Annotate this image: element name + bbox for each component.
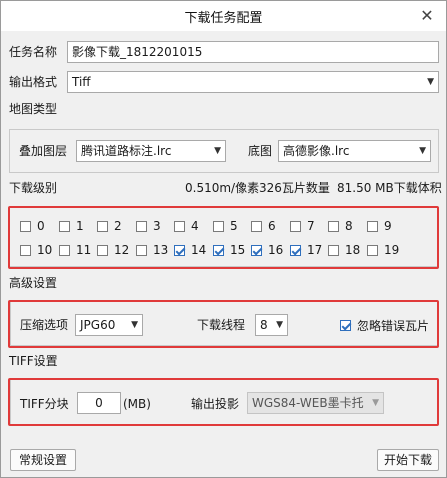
close-icon[interactable]: ✕ (418, 7, 436, 25)
output-format-value: Tiff (72, 75, 91, 89)
download-task-dialog: 下载任务配置 ✕ 任务名称 影像下载_1812201015 输出格式 Tiff … (0, 0, 447, 478)
chevron-down-icon: ▼ (214, 146, 221, 156)
advanced-section-title: 高级设置 (9, 276, 58, 290)
overlay-layer-select[interactable]: 腾讯道路标注.lrc ▼ (76, 140, 226, 162)
highlight-box-advanced (8, 300, 439, 348)
map-type-section-title: 地图类型 (9, 102, 58, 116)
highlight-box-levels (8, 206, 439, 269)
overlay-layer-label: 叠加图层 (19, 144, 68, 158)
highlight-box-tiff (8, 378, 439, 426)
dialog-title: 下载任务配置 (184, 10, 263, 26)
download-size-readout: 81.50 MB下载体积 (337, 181, 442, 195)
chevron-down-icon: ▼ (427, 77, 434, 87)
base-map-select[interactable]: 高德影像.lrc ▼ (278, 140, 431, 162)
title-bar: 下载任务配置 ✕ (1, 1, 446, 31)
chevron-down-icon: ▼ (419, 146, 426, 156)
base-map-label: 底图 (248, 144, 273, 158)
map-type-group: 叠加图层 腾讯道路标注.lrc ▼ 底图 高德影像.lrc ▼ (9, 129, 439, 173)
output-format-select[interactable]: Tiff ▼ (67, 71, 439, 93)
tile-count-readout: 326瓦片数量 (259, 181, 330, 195)
output-format-label: 输出格式 (9, 75, 58, 89)
base-map-value: 高德影像.lrc (283, 144, 350, 158)
general-settings-button[interactable]: 常规设置 (10, 449, 76, 471)
overlay-layer-value: 腾讯道路标注.lrc (81, 144, 172, 158)
download-level-section-title: 下载级别 (9, 181, 58, 195)
start-download-button[interactable]: 开始下载 (377, 449, 439, 471)
task-name-label: 任务名称 (9, 45, 58, 59)
resolution-readout: 0.510m/像素 (185, 181, 260, 195)
task-name-input[interactable]: 影像下载_1812201015 (67, 41, 439, 63)
tiff-section-title: TIFF设置 (9, 354, 58, 368)
